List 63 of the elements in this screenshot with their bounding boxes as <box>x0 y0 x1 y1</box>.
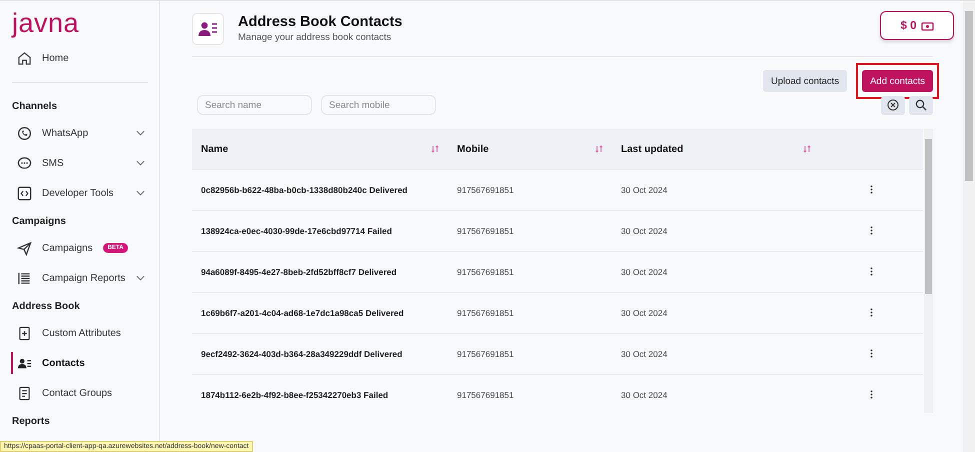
page-scrollbar[interactable] <box>963 1 975 452</box>
javna-logo: javna <box>12 9 80 40</box>
section-heading: Channels <box>12 100 58 114</box>
column-header[interactable]: Name <box>192 129 448 170</box>
page-subtitle: Manage your address book contacts <box>238 32 392 43</box>
mobile-cell: 917567691851 <box>448 170 612 210</box>
clear-icon <box>887 99 899 111</box>
paper-plane-icon <box>17 240 32 256</box>
sidebar-item[interactable]: Custom Attributes <box>12 318 145 348</box>
plus-document-icon <box>17 326 32 340</box>
column-header[interactable]: Mobile <box>448 129 612 170</box>
mobile-cell: 917567691851 <box>448 292 612 334</box>
mobile-cell: 917567691851 <box>448 334 612 374</box>
mobile-cell: 917567691851 <box>448 252 612 292</box>
home-icon <box>17 50 32 66</box>
mobile-cell: 917567691851 <box>448 374 612 413</box>
more-icon[interactable] <box>870 184 873 194</box>
code-icon <box>17 186 32 200</box>
section-heading: Reports <box>12 415 51 429</box>
balance-button[interactable]: $ 0 <box>880 11 954 40</box>
more-icon[interactable] <box>870 226 873 234</box>
sidebar-item[interactable]: Contact Groups <box>12 378 145 408</box>
sidebar-item[interactable]: SMS <box>12 148 145 178</box>
search-button[interactable] <box>909 96 933 114</box>
action-button[interactable]: Add contacts <box>862 70 933 92</box>
section-heading: Campaigns <box>12 215 67 229</box>
search-field[interactable]: Search name <box>197 95 312 115</box>
mobile-cell: 917567691851 <box>448 210 612 252</box>
cash-icon <box>920 20 934 30</box>
more-icon[interactable] <box>870 390 873 398</box>
sidebar-item[interactable]: Campaign Reports <box>12 263 145 293</box>
list-icon <box>17 270 32 286</box>
name-cell: 1c69b6f7-a201-4c04-ad68-1e7dc1a98ca5 Delivered <box>192 292 448 334</box>
scrollbar[interactable] <box>924 129 933 413</box>
date-cell: 30 Oct 2024 <box>612 292 820 334</box>
name-cell: 94a6089f-8495-4e27-8beb-2fd52bff8cf7 Delivered <box>192 252 448 292</box>
page-title: Address Book Contacts <box>238 14 402 30</box>
clear-button[interactable] <box>881 96 905 114</box>
sidebar-item[interactable]: Contacts <box>12 348 145 378</box>
search-field[interactable]: Search mobile <box>321 95 436 115</box>
section-heading: Address Book <box>12 300 81 314</box>
name-cell: 1874b112-6e2b-4f92-b8ee-f25342270eb3 Failed <box>192 374 448 413</box>
whatsapp-icon <box>17 126 32 140</box>
name-cell: 0c82956b-b622-48ba-b0cb-1338d80b240c Delivered <box>192 170 448 210</box>
contacts-icon <box>198 20 218 36</box>
date-cell: 30 Oct 2024 <box>612 170 820 210</box>
more-icon[interactable] <box>870 308 873 316</box>
home-link[interactable]: Home <box>12 43 145 73</box>
name-cell: 138924ca-e0ec-4030-99de-17e6cbd97714 Failed <box>192 210 448 252</box>
sidebar-item[interactable]: Developer Tools <box>12 178 145 208</box>
sidebar-item[interactable]: WhatsApp <box>12 118 145 148</box>
search-icon <box>915 99 927 111</box>
date-cell: 30 Oct 2024 <box>612 252 820 292</box>
date-cell: 30 Oct 2024 <box>612 374 820 413</box>
action-button[interactable]: Upload contacts <box>762 70 848 92</box>
date-cell: 30 Oct 2024 <box>612 210 820 252</box>
column-header[interactable]: Last updated <box>612 129 820 170</box>
more-icon[interactable] <box>870 266 873 276</box>
chat-bubble-icon <box>17 156 32 170</box>
date-cell: 30 Oct 2024 <box>612 334 820 374</box>
list-document-icon <box>17 386 32 400</box>
name-cell: 9ecf2492-3624-403d-b364-28a349229ddf Delivered <box>192 334 448 374</box>
more-icon[interactable] <box>870 348 873 358</box>
